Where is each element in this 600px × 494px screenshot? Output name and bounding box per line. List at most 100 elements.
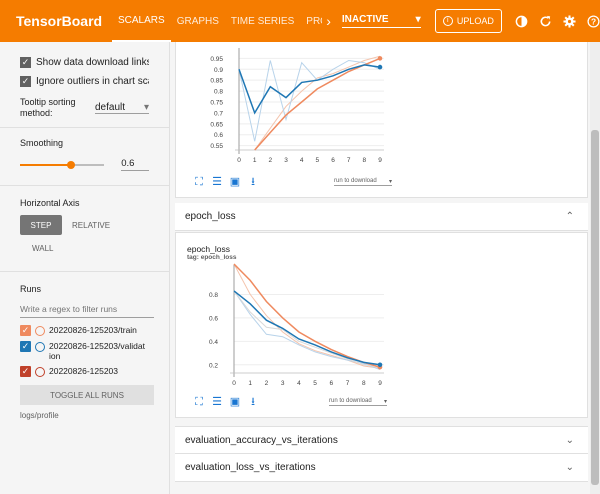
axis-relative-button[interactable]: RELATIVE [72,221,110,230]
fit-domain-icon[interactable]: ▣ [229,176,241,188]
plugin-select[interactable]: INACTIVE ▾ [341,14,421,28]
x-tick-label: 0 [232,380,236,387]
group-header-epoch-loss[interactable]: epoch_loss ⌃ [175,203,588,231]
x-tick-label: 6 [330,380,334,387]
tab-time-series[interactable]: TIME SERIES [225,0,300,42]
main-panel: 0.55 0.6 0.65 0.7 0.75 0.8 0.85 0.9 0.95 0 1 2 3 4 5 6 7… [170,42,590,494]
check-icon[interactable]: ✓ [20,366,31,377]
toggle-all-runs-button[interactable]: TOGGLE ALL RUNS [20,385,154,405]
x-tick-label: 7 [346,380,350,387]
color-circle-icon[interactable] [35,342,45,352]
run-name: 20220826-125203/train [49,325,137,335]
expand-icon[interactable]: ⛶ [193,176,205,188]
horizontal-axis-section: Horizontal Axis STEP RELATIVE WALL [0,186,169,272]
x-tick-label: 3 [281,380,285,387]
y-tick-label: 0.55 [210,143,223,150]
tooltip-sorting-value: default [95,102,126,113]
raw-series-line [238,59,381,142]
smoothing-slider[interactable] [20,159,104,171]
axis-step-button[interactable]: STEP [20,215,62,235]
color-circle-icon[interactable] [35,367,45,377]
group-header-evaluation-loss[interactable]: evaluation_loss_vs_iterations ⌄ [175,454,588,482]
axis-wall-button[interactable]: WALL [32,244,149,253]
runs-section: Runs Write a regex to filter runs ✓ 2022… [0,272,169,420]
chevron-down-icon[interactable]: ⌄ [566,435,574,446]
x-tick-label: 9 [378,380,382,387]
run-item-validation[interactable]: ✓ 20220826-125203/validation [20,341,149,361]
chevron-right-icon[interactable]: › [326,13,336,29]
download-icon[interactable]: ⭳ [247,396,259,408]
run-name: 20220826-125203/validation [49,341,145,361]
info-icon: i [442,16,453,26]
run-name: 20220826-125203 [49,366,119,376]
tooltip-sorting-select[interactable]: default ▾ [95,102,149,114]
lines-icon[interactable]: ☰ [211,396,223,408]
plugin-select-value: INACTIVE [341,14,389,25]
expand-icon[interactable]: ⛶ [193,396,205,408]
check-icon: ✓ [20,56,31,68]
x-tick-label: 1 [253,157,257,164]
lines-icon[interactable]: ☰ [211,176,223,188]
theme-icon[interactable] [514,14,528,28]
main-scrollbar[interactable] [590,42,600,494]
slider-handle[interactable] [67,160,75,169]
svg-text:?: ? [590,16,595,26]
runs-label: Runs [20,284,42,294]
group-title: epoch_loss [185,211,236,222]
y-tick-label: 0.65 [210,121,223,128]
tab-scalars[interactable]: SCALARS [112,0,171,42]
raw-series-line [233,290,381,370]
download-icon[interactable]: ⭳ [247,176,259,188]
check-icon[interactable]: ✓ [20,341,31,352]
run-to-download-select[interactable]: run to download ▾ [329,398,387,406]
runs-filter-input[interactable]: Write a regex to filter runs [20,304,154,318]
run-item-train[interactable]: ✓ 20220826-125203/train [20,325,149,336]
toolbar-icons: ? [514,14,600,28]
y-tick-label: 0.6 [214,132,223,139]
sidebar: ✓ Show data download links ✓ Ignore outl… [0,42,170,494]
chevron-down-icon[interactable]: ⌄ [566,462,574,473]
check-icon[interactable]: ✓ [20,325,31,336]
accuracy-chart[interactable]: 0.55 0.6 0.65 0.7 0.75 0.8 0.85 0.9 0.95 0 1 2 3 4 5 6 7… [186,42,386,172]
refresh-icon[interactable] [538,14,552,28]
raw-series-line [233,263,381,369]
caret-down-icon: ▾ [388,179,392,185]
chart-card-epoch-loss: epoch_loss tag: epoch_loss 0.2 0.4 0.6 0.8 0… [175,232,588,418]
smoothing-input[interactable]: 0.6 [121,158,149,171]
tab-graphs[interactable]: GRAPHS [171,0,225,42]
caret-down-icon: ▾ [383,399,387,405]
nav-tabs: SCALARS GRAPHS TIME SERIES PROFI [112,0,322,42]
x-tick-label: 9 [378,157,382,164]
smoothing-label: Smoothing [20,138,64,148]
y-tick-label: 0.4 [209,339,218,346]
smoothing-section: Smoothing 0.6 [0,128,169,186]
run-to-download-select[interactable]: run to download ▾ [334,178,392,186]
scrollbar-thumb[interactable] [591,130,599,485]
y-tick-label: 0.8 [214,89,223,96]
fit-domain-icon[interactable]: ▣ [229,396,241,408]
tab-profile[interactable]: PROFI [300,0,322,42]
group-header-evaluation-accuracy[interactable]: evaluation_accuracy_vs_iterations ⌄ [175,426,588,454]
help-icon[interactable]: ? [586,14,600,28]
x-tick-label: 3 [284,157,288,164]
caret-down-icon: ▾ [415,14,421,25]
logdir-label: logs/profile [20,411,59,420]
x-tick-label: 5 [316,157,320,164]
settings-icon[interactable] [562,14,576,28]
y-tick-label: 0.8 [209,292,218,299]
group-title: evaluation_accuracy_vs_iterations [185,434,338,446]
upload-button[interactable]: i UPLOAD [434,9,502,33]
chevron-up-icon[interactable]: ⌃ [566,211,574,222]
show-download-checkbox[interactable]: ✓ Show data download links [20,54,149,70]
series-line [233,263,381,368]
epoch-loss-chart[interactable]: 0.2 0.4 0.6 0.8 0 1 2 3 4 5 6 7 8 9 [186,263,386,393]
tooltip-sorting-label: Tooltip sorting method: [20,97,76,118]
color-circle-icon[interactable] [35,326,45,336]
run-item-root[interactable]: ✓ 20220826-125203 [20,366,149,377]
ignore-outliers-checkbox[interactable]: ✓ Ignore outliers in chart scaling [20,73,149,89]
y-tick-label: 0.85 [210,78,223,85]
chart-title: epoch_loss [187,244,231,254]
caret-down-icon: ▾ [143,102,149,113]
chart-tag: tag: epoch_loss [187,254,237,261]
x-tick-label: 7 [347,157,351,164]
